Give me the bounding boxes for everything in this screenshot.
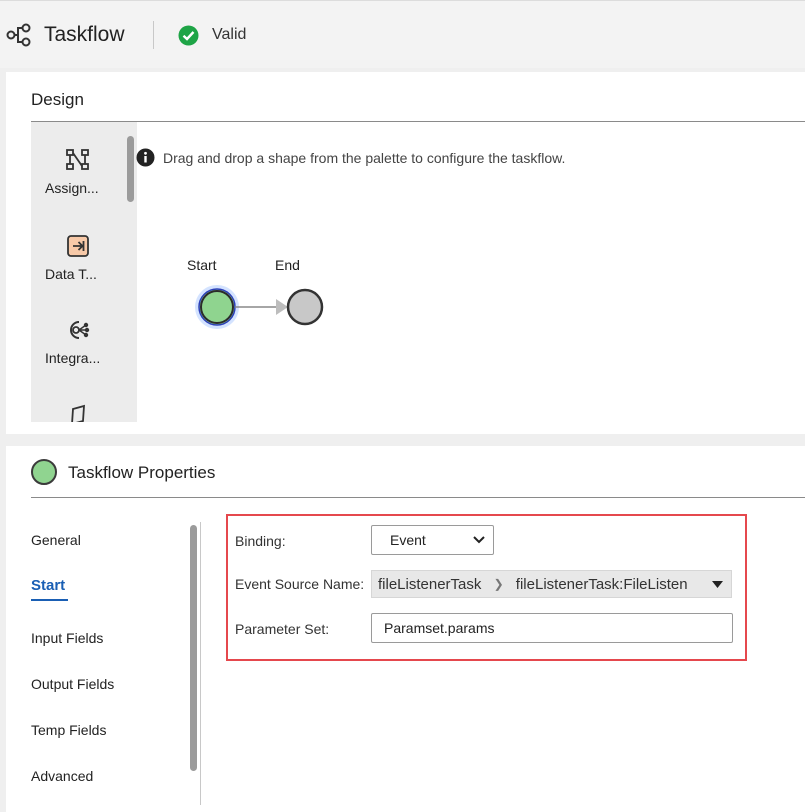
integration-icon xyxy=(70,321,90,339)
design-heading: Design xyxy=(31,90,84,109)
properties-divider xyxy=(31,497,805,498)
shape-palette: Assign... Data T... Integra... xyxy=(31,122,137,422)
taskflow-nodes-icon xyxy=(6,23,31,47)
assignment-icon xyxy=(66,149,89,170)
design-panel: Design Assign... Data T... Integra... Dr… xyxy=(6,72,805,434)
event-source-event: fileListenerTask:FileListen xyxy=(515,576,688,593)
palette-item-label: Data T... xyxy=(45,266,97,282)
tab-input-fields[interactable]: Input Fields xyxy=(31,630,103,646)
canvas-hint: Drag and drop a shape from the palette t… xyxy=(136,148,565,167)
check-circle-icon xyxy=(178,25,199,46)
tab-temp-fields[interactable]: Temp Fields xyxy=(31,722,106,738)
taskflow-diagram xyxy=(195,285,324,329)
connector-arrow xyxy=(276,299,288,315)
palette-item-integration[interactable]: Integra... xyxy=(31,318,125,366)
binding-value: Event xyxy=(390,532,426,548)
page-title: Taskflow xyxy=(44,23,125,46)
start-label: Start xyxy=(187,257,217,273)
chevron-down-icon xyxy=(473,536,485,544)
tab-general[interactable]: General xyxy=(31,532,81,548)
event-source-label: Event Source Name: xyxy=(235,576,365,592)
validation-status: Valid xyxy=(212,26,247,43)
palette-scrollbar[interactable] xyxy=(127,136,134,202)
parameter-set-label: Parameter Set: xyxy=(235,621,330,637)
palette-item-shape[interactable] xyxy=(31,404,125,422)
parallelogram-icon xyxy=(71,404,85,422)
tab-advanced[interactable]: Advanced xyxy=(31,768,93,784)
data-task-icon xyxy=(67,235,89,257)
palette-item-label: Integra... xyxy=(45,350,101,366)
tabs-scrollbar[interactable] xyxy=(190,525,197,771)
palette-item-data-task[interactable]: Data T... xyxy=(31,234,125,282)
canvas-hint-text: Drag and drop a shape from the palette t… xyxy=(163,149,566,166)
caret-down-icon xyxy=(712,581,723,588)
parameter-set-input[interactable]: Paramset.params xyxy=(371,613,733,643)
event-source-select[interactable]: fileListenerTask ❯ fileListenerTask:File… xyxy=(371,570,732,598)
event-source-task: fileListenerTask xyxy=(378,576,482,593)
info-icon xyxy=(136,148,155,167)
end-node[interactable] xyxy=(286,288,324,326)
properties-heading: Taskflow Properties xyxy=(68,463,216,482)
tab-output-fields[interactable]: Output Fields xyxy=(31,676,114,692)
design-divider xyxy=(31,121,805,122)
binding-select[interactable]: Event xyxy=(371,525,494,555)
tab-start[interactable]: Start xyxy=(31,577,69,601)
parameter-set-value: Paramset.params xyxy=(384,620,495,636)
end-label: End xyxy=(275,257,300,273)
header-divider xyxy=(153,21,154,49)
palette-item-assignment[interactable]: Assign... xyxy=(31,148,125,196)
tabs-divider xyxy=(200,522,201,805)
start-node-indicator xyxy=(31,459,57,485)
chevron-right-icon: ❯ xyxy=(493,577,504,591)
binding-label: Binding: xyxy=(235,533,286,549)
header: Taskflow Valid xyxy=(0,0,805,68)
palette-item-label: Assign... xyxy=(45,180,99,196)
